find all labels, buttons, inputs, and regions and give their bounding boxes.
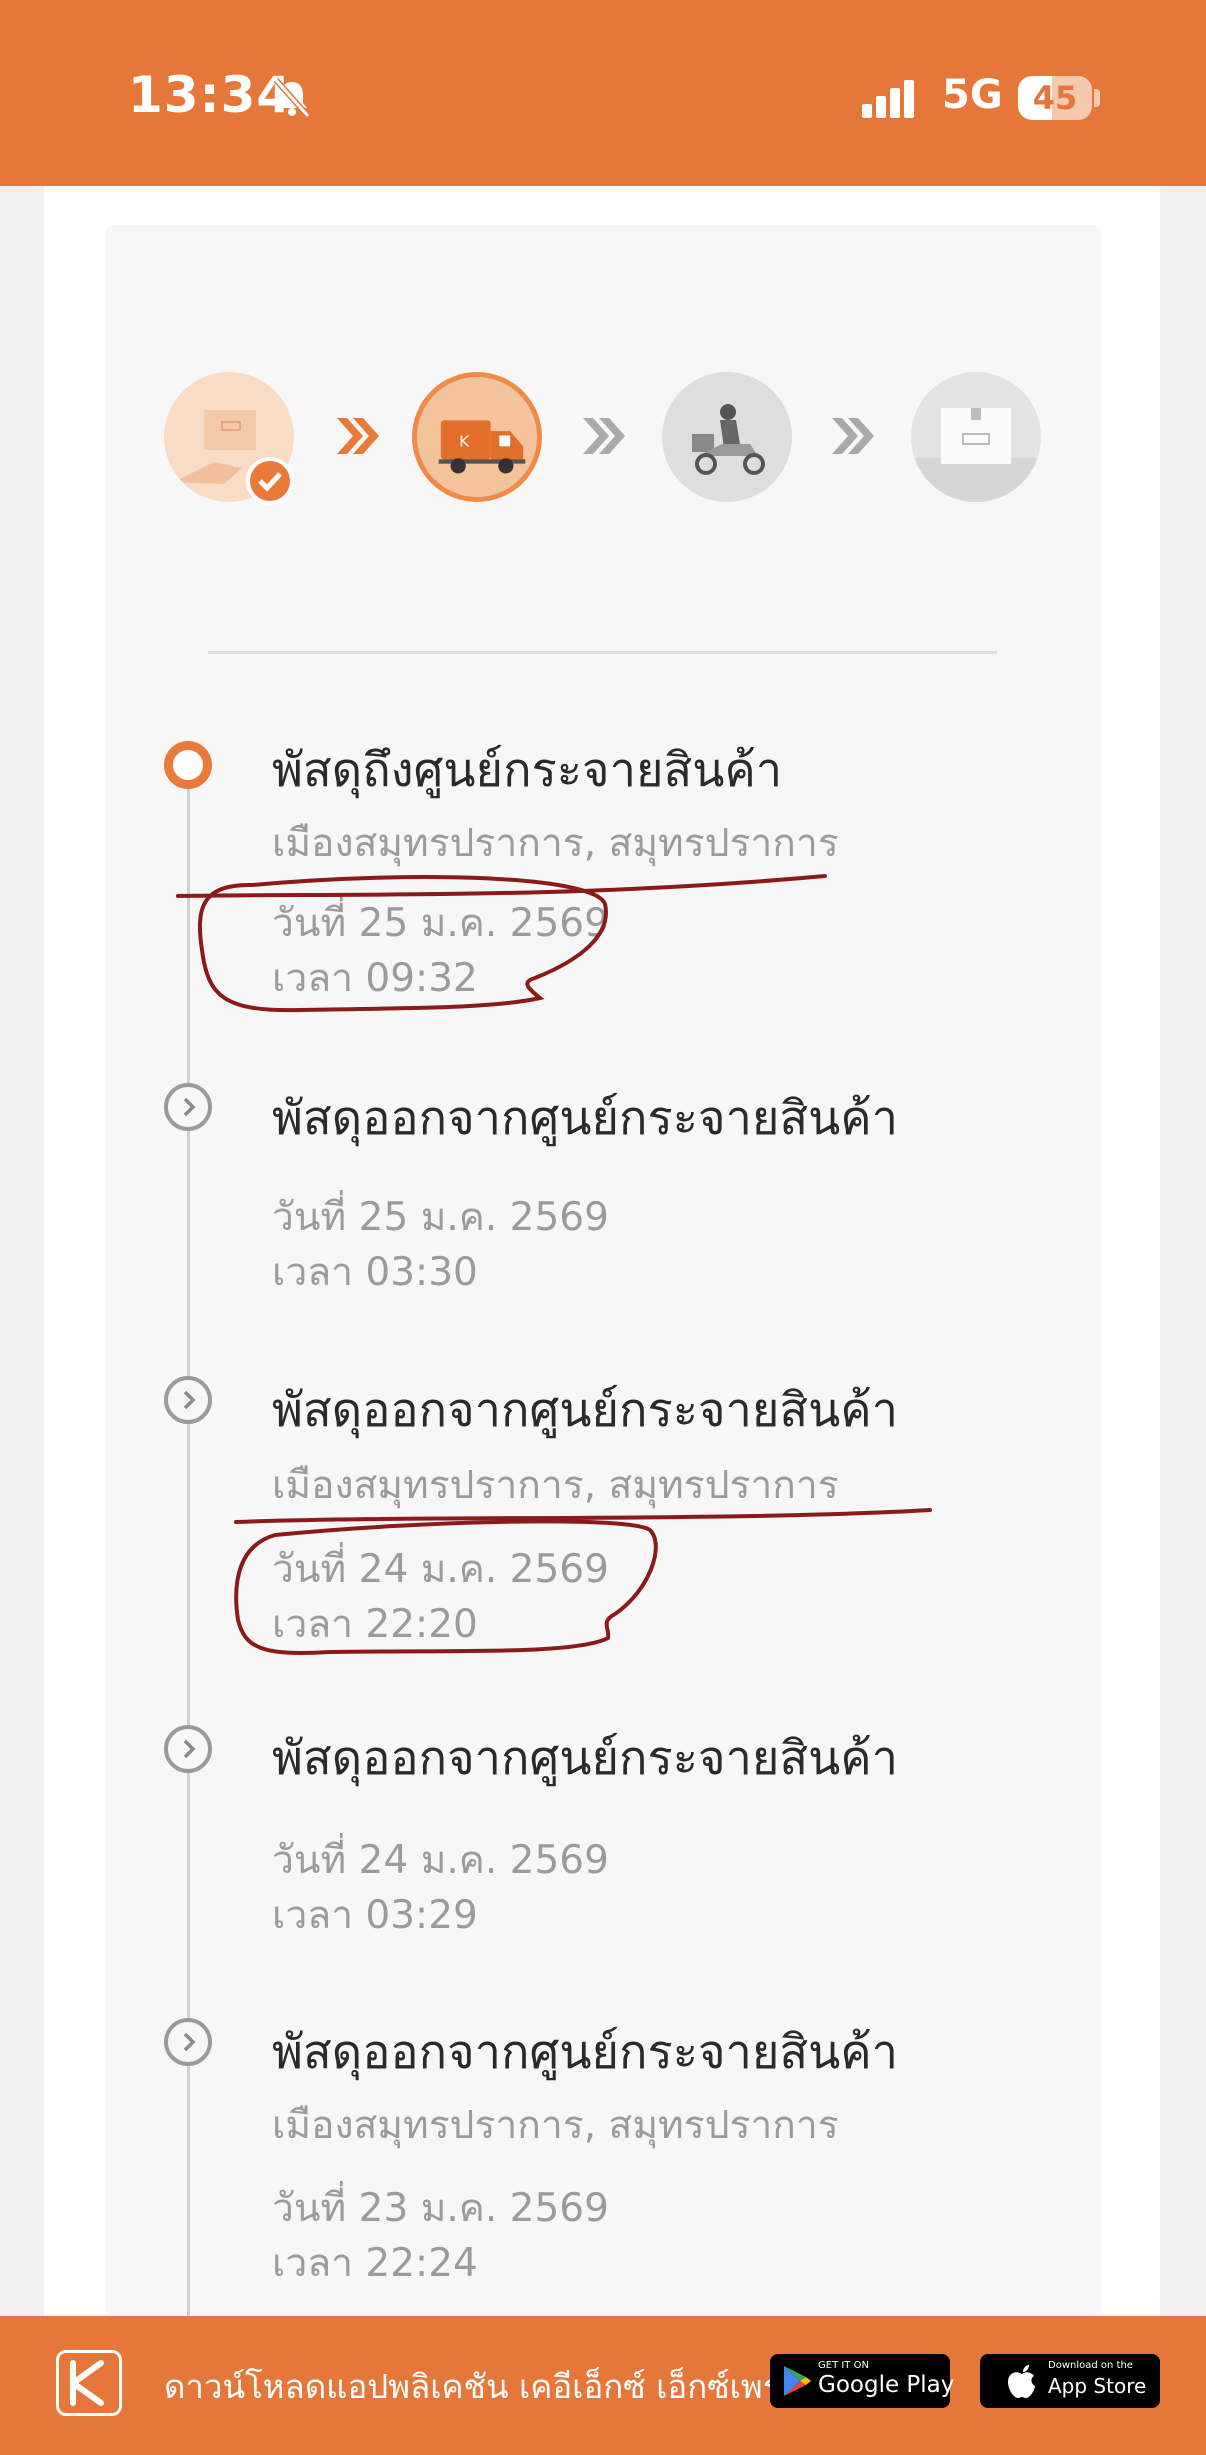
event-location: เมืองสมุทรปราการ, สมุทรปราการ (272, 2103, 839, 2148)
apple-icon (1008, 2365, 1035, 2398)
tracking-card (105, 225, 1101, 2315)
chevron-right-icon (164, 1376, 212, 1424)
battery-level: 45 (1032, 79, 1078, 117)
event-time: เวลา 22:24 (272, 2241, 478, 2286)
status-time: 13:34 (128, 66, 293, 124)
event-title: พัสดุออกจากศูนย์กระจายสินค้า (272, 2025, 899, 2080)
app-store-label: App Store (1048, 2374, 1147, 2398)
chevron-double-right-icon (583, 418, 625, 454)
event-date: วันที่ 25 ม.ค. 2569 (272, 901, 609, 946)
google-play-label: Google Play (818, 2372, 955, 2398)
svg-text:K: K (459, 432, 470, 450)
event-time: เวลา 03:30 (272, 1250, 478, 1295)
network-type: 5G (942, 72, 1003, 118)
signal-icon (862, 80, 914, 118)
app-store-button[interactable]: Download on the App Store (980, 2354, 1160, 2408)
event-time: เวลา 22:20 (272, 1602, 478, 1647)
checkmark-icon (246, 457, 294, 505)
download-app-text: ดาวน์โหลดแอปพลิเคชัน เคอีเอ็กซ์ เอ็กซ์เพ… (164, 2367, 801, 2406)
event-date: วันที่ 23 ม.ค. 2569 (272, 2186, 609, 2231)
truck-icon: K (412, 372, 542, 502)
divider (208, 651, 997, 654)
chevron-right-icon (164, 1083, 212, 1131)
event-date: วันที่ 24 ม.ค. 2569 (272, 1547, 609, 1592)
chevron-right-icon (164, 1725, 212, 1773)
kex-logo-icon (56, 2350, 122, 2416)
status-bar: 13:34 5G 45 (0, 0, 1206, 186)
chevron-double-right-icon (832, 418, 874, 454)
event-date: วันที่ 25 ม.ค. 2569 (272, 1195, 609, 1240)
battery-icon: 45 (1018, 76, 1092, 120)
event-location: เมืองสมุทรปราการ, สมุทรปราการ (272, 821, 839, 866)
event-title: พัสดุถึงศูนย์กระจายสินค้า (272, 743, 783, 798)
event-title: พัสดุออกจากศูนย์กระจายสินค้า (272, 1383, 899, 1438)
chevron-right-icon (164, 2018, 212, 2066)
timeline-line (187, 764, 190, 2316)
google-play-icon (784, 2366, 811, 2396)
download-banner: ดาวน์โหลดแอปพลิเคชัน เคอีเอ็กซ์ เอ็กซ์เพ… (0, 2316, 1206, 2455)
scooter-icon (662, 372, 792, 502)
event-title: พัสดุออกจากศูนย์กระจายสินค้า (272, 1091, 899, 1146)
delivered-box-icon (911, 372, 1041, 502)
app-store-small-label: Download on the (1048, 2360, 1133, 2371)
event-time: เวลา 03:29 (272, 1893, 478, 1938)
event-date: วันที่ 24 ม.ค. 2569 (272, 1838, 609, 1883)
current-status-marker (164, 741, 212, 789)
bell-muted-icon (273, 78, 311, 118)
event-time: เวลา 09:32 (272, 956, 478, 1001)
event-location: เมืองสมุทรปราการ, สมุทรปราการ (272, 1463, 839, 1508)
google-play-small-label: GET IT ON (818, 2360, 869, 2371)
google-play-button[interactable]: GET IT ON Google Play (770, 2354, 954, 2408)
chevron-double-right-icon (337, 418, 379, 454)
event-title: พัสดุออกจากศูนย์กระจายสินค้า (272, 1731, 899, 1786)
